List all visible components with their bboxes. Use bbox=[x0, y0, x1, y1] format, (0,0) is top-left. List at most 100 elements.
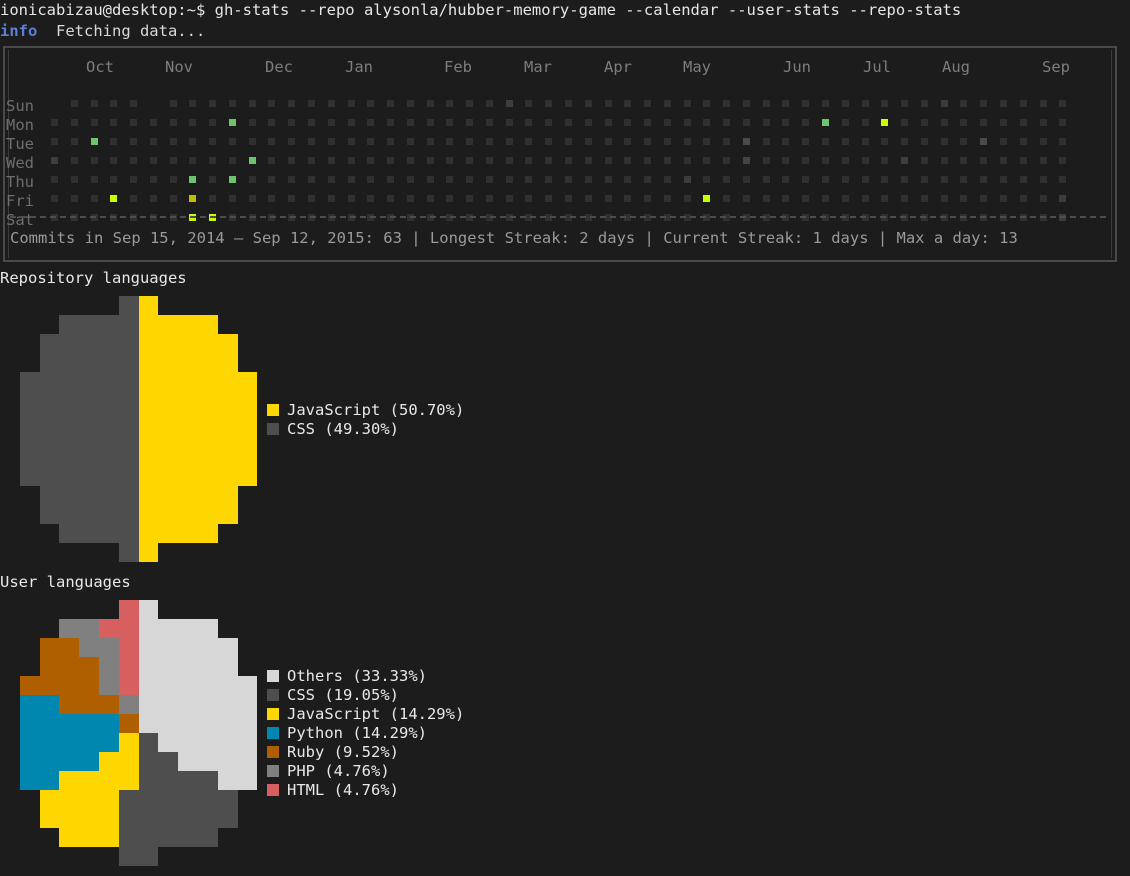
user-language-legend-item: CSS (19.05%) bbox=[267, 686, 464, 705]
pie-block bbox=[138, 714, 159, 733]
pie-block bbox=[39, 657, 60, 676]
pie-block bbox=[59, 657, 80, 676]
pie-block bbox=[178, 733, 198, 752]
pie-block bbox=[178, 505, 198, 524]
user-language-legend-item: Others (33.33%) bbox=[267, 667, 464, 686]
pie-block bbox=[39, 752, 60, 771]
pie-block bbox=[79, 486, 99, 505]
pie-block bbox=[99, 695, 119, 714]
pie-block bbox=[19, 372, 40, 391]
pie-block bbox=[99, 809, 119, 828]
pie-block bbox=[217, 752, 238, 771]
pie-block bbox=[217, 429, 238, 448]
pie-block bbox=[237, 695, 258, 714]
pie-block bbox=[59, 790, 80, 809]
legend-swatch-icon bbox=[267, 423, 279, 435]
pie-block bbox=[79, 619, 99, 638]
calendar-day-label: Mon bbox=[6, 116, 34, 134]
pie-block bbox=[198, 391, 218, 410]
pie-block bbox=[138, 505, 159, 524]
legend-swatch-icon bbox=[267, 727, 279, 739]
pie-block bbox=[138, 619, 159, 638]
pie-block bbox=[39, 505, 60, 524]
pie-block bbox=[118, 828, 139, 847]
pie-block bbox=[198, 619, 218, 638]
legend-swatch-icon bbox=[267, 746, 279, 758]
pie-block bbox=[138, 315, 159, 334]
pie-block bbox=[99, 372, 119, 391]
repo-language-legend-item: JavaScript (50.70%) bbox=[267, 401, 464, 420]
pie-block bbox=[118, 467, 139, 486]
pie-block bbox=[198, 334, 218, 353]
pie-block bbox=[59, 353, 80, 372]
pie-block bbox=[99, 619, 119, 638]
pie-block bbox=[118, 543, 139, 562]
pie-block bbox=[118, 410, 139, 429]
pie-block bbox=[178, 695, 198, 714]
pie-block bbox=[59, 809, 80, 828]
pie-block bbox=[138, 809, 159, 828]
pie-block bbox=[158, 809, 179, 828]
pie-block bbox=[178, 752, 198, 771]
pie-block bbox=[59, 372, 80, 391]
pie-block bbox=[118, 524, 139, 543]
pie-block bbox=[118, 676, 139, 695]
pie-block bbox=[138, 543, 159, 562]
pie-block bbox=[198, 828, 218, 847]
pie-block bbox=[178, 467, 198, 486]
calendar-month-label: Jul bbox=[863, 58, 891, 76]
pie-block bbox=[237, 714, 258, 733]
legend-label: Others (33.33%) bbox=[287, 667, 427, 685]
pie-block bbox=[39, 334, 60, 353]
pie-block bbox=[79, 334, 99, 353]
pie-block bbox=[39, 733, 60, 752]
pie-block bbox=[217, 372, 238, 391]
pie-block bbox=[158, 733, 179, 752]
pie-block bbox=[217, 334, 238, 353]
pie-block bbox=[138, 353, 159, 372]
pie-block bbox=[19, 771, 40, 790]
calendar-month-label: Nov bbox=[165, 58, 193, 76]
pie-block bbox=[118, 714, 139, 733]
pie-block bbox=[59, 619, 80, 638]
pie-block bbox=[158, 353, 179, 372]
pie-block bbox=[79, 315, 99, 334]
pie-block bbox=[99, 524, 119, 543]
pie-block bbox=[19, 429, 40, 448]
pie-block bbox=[59, 410, 80, 429]
pie-block bbox=[158, 676, 179, 695]
pie-block bbox=[99, 391, 119, 410]
pie-block bbox=[118, 847, 139, 866]
pie-block bbox=[178, 714, 198, 733]
pie-block bbox=[158, 657, 179, 676]
pie-block bbox=[158, 467, 179, 486]
pie-block bbox=[158, 714, 179, 733]
calendar-month-label: Apr bbox=[604, 58, 632, 76]
calendar-month-label: Jan bbox=[345, 58, 373, 76]
calendar-month-label: Jun bbox=[783, 58, 811, 76]
pie-block bbox=[198, 638, 218, 657]
pie-block bbox=[158, 524, 179, 543]
pie-block bbox=[118, 429, 139, 448]
pie-block bbox=[178, 790, 198, 809]
pie-block bbox=[79, 391, 99, 410]
pie-block bbox=[118, 638, 139, 657]
pie-block bbox=[39, 467, 60, 486]
pie-block bbox=[39, 410, 60, 429]
pie-block bbox=[79, 467, 99, 486]
pie-block bbox=[198, 790, 218, 809]
pie-block bbox=[39, 429, 60, 448]
user-languages-legend: Others (33.33%) CSS (19.05%) JavaScript (1… bbox=[267, 667, 464, 800]
pie-block bbox=[59, 505, 80, 524]
pie-block bbox=[99, 638, 119, 657]
pie-block bbox=[39, 353, 60, 372]
pie-block bbox=[237, 372, 258, 391]
pie-block bbox=[198, 448, 218, 467]
pie-block bbox=[118, 733, 139, 752]
pie-block bbox=[217, 809, 238, 828]
pie-block bbox=[158, 486, 179, 505]
legend-label: Python (14.29%) bbox=[287, 724, 427, 742]
legend-swatch-icon bbox=[267, 765, 279, 777]
info-tag: info bbox=[0, 22, 38, 40]
pie-block bbox=[217, 714, 238, 733]
